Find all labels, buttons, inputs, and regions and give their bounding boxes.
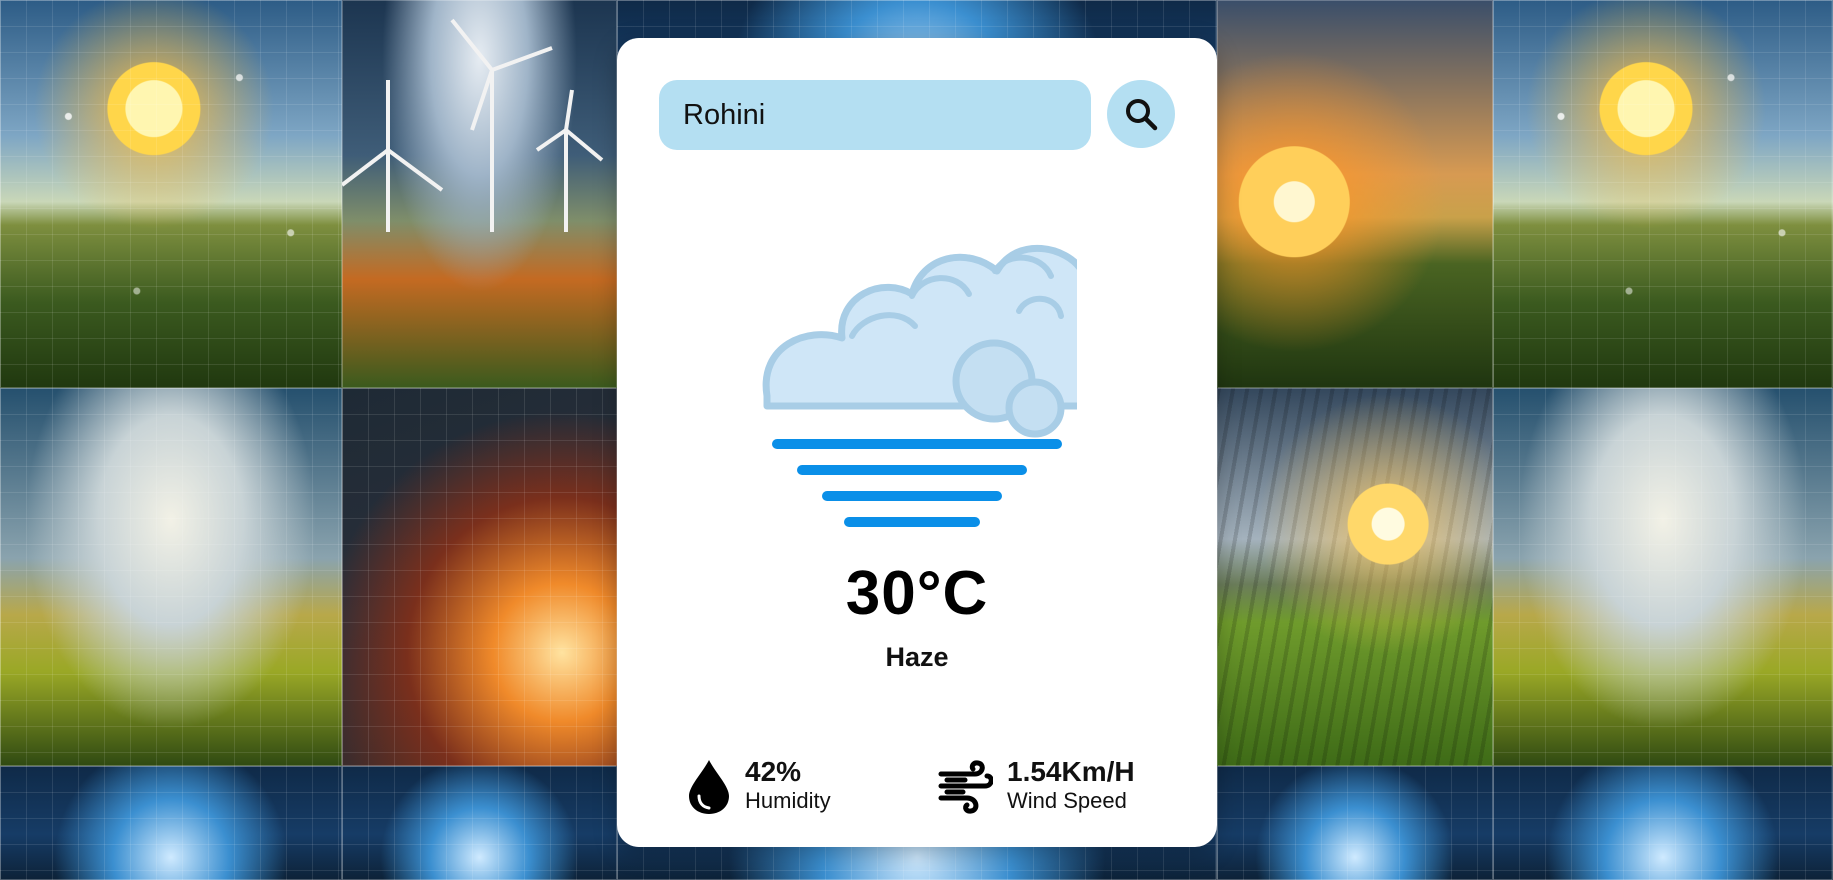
background-tile [1217, 0, 1493, 388]
background-tile [342, 0, 617, 388]
humidity-stat: 42% Humidity [687, 756, 831, 816]
search-button[interactable] [1107, 80, 1175, 148]
haze-icon [762, 244, 1077, 527]
background-tile [342, 766, 617, 880]
humidity-text: 42% Humidity [745, 756, 831, 814]
wind-speed-value: 1.54Km/H [1007, 756, 1135, 787]
search-bar [659, 80, 1175, 150]
weather-condition: Haze [885, 642, 949, 672]
background-tile [1493, 388, 1833, 766]
humidity-value: 42% [745, 756, 802, 787]
weather-card: 30°C Haze 42% Humidity [617, 38, 1217, 847]
background-tile [0, 0, 342, 388]
search-icon [1126, 99, 1158, 131]
wind-speed-text: 1.54Km/H Wind Speed [1007, 756, 1135, 814]
weather-details: 42% Humidity 1.54Km/H Wind Speed [617, 708, 1217, 814]
background-tile [0, 766, 342, 880]
background-tile [1217, 766, 1493, 880]
wind-speed-stat: 1.54Km/H Wind Speed [937, 756, 1135, 814]
wind-speed-label: Wind Speed [1007, 788, 1127, 813]
background-tile [0, 388, 342, 766]
wind-turbines-illustration [342, 18, 604, 232]
temperature: 30°C [845, 559, 989, 628]
water-drop-icon [689, 760, 729, 814]
background-tile [342, 388, 617, 766]
humidity-label: Humidity [745, 788, 831, 813]
background-tile [1493, 766, 1833, 880]
background-tile [1493, 0, 1833, 388]
wind-icon [938, 760, 993, 814]
city-search-input[interactable] [659, 80, 1091, 150]
background-tile [1217, 388, 1493, 766]
